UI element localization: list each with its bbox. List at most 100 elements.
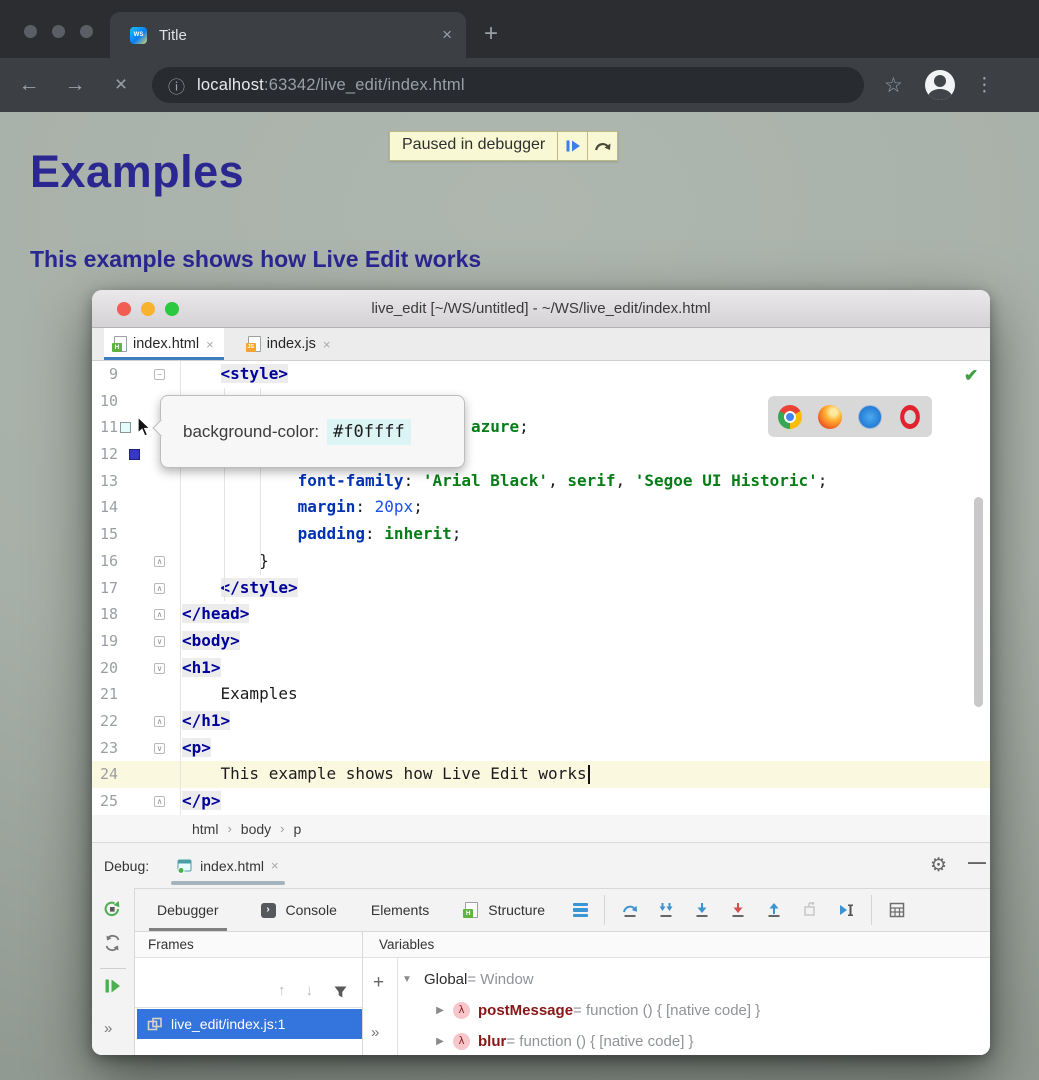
site-info-icon[interactable]: ⓘ xyxy=(168,73,185,98)
tree-toggle-icon[interactable]: ▶ xyxy=(433,1036,447,1047)
color-swatch[interactable] xyxy=(129,449,140,460)
tab-console[interactable]: Console xyxy=(282,889,341,931)
stop-button[interactable]: × xyxy=(98,73,144,97)
fold-gutter xyxy=(148,494,172,521)
code-line-16[interactable]: 16∧ } xyxy=(92,548,990,575)
breadcrumb-body[interactable]: body xyxy=(241,821,271,837)
variables-header: Variables xyxy=(363,932,990,958)
traffic-light-zoom[interactable] xyxy=(80,25,93,38)
code-line-22[interactable]: 22∧</h1> xyxy=(92,708,990,735)
evaluate-expression-icon[interactable] xyxy=(888,902,906,918)
code-text: <p> xyxy=(172,735,211,762)
settings-gear-icon[interactable]: ⚙ xyxy=(930,854,947,877)
code-line-13[interactable]: 13 font-family: 'Arial Black', serif, 'S… xyxy=(92,468,990,495)
code-line-21[interactable]: 21 Examples xyxy=(92,681,990,708)
tab-close-icon[interactable]: × xyxy=(323,337,331,352)
frame-down-icon[interactable]: ↓ xyxy=(306,982,314,999)
ide-title-bar[interactable]: live_edit [~/WS/untitled] - ~/WS/live_ed… xyxy=(92,290,990,328)
add-watch-icon[interactable]: + xyxy=(373,972,384,994)
code-line-15[interactable]: 15 padding: inherit; xyxy=(92,521,990,548)
step-out-icon[interactable] xyxy=(765,902,783,918)
tree-toggle-icon[interactable]: ▶ xyxy=(433,1005,447,1016)
safari-icon[interactable] xyxy=(858,405,882,429)
fold-marker[interactable]: ∨ xyxy=(154,743,165,754)
code-line-19[interactable]: 19∨<body> xyxy=(92,628,990,655)
color-swatch[interactable] xyxy=(120,422,131,433)
step-into-icon[interactable] xyxy=(657,902,675,918)
debug-tab-close-icon[interactable]: × xyxy=(271,858,279,873)
line-number: 17 xyxy=(92,575,118,602)
url-text[interactable]: localhost:63342/live_edit/index.html xyxy=(197,76,465,95)
code-line-20[interactable]: 20∨<h1> xyxy=(92,655,990,682)
code-line-18[interactable]: 18∧</head> xyxy=(92,601,990,628)
bookmark-star-icon[interactable]: ☆ xyxy=(884,73,903,98)
editor-scrollbar[interactable] xyxy=(974,497,983,707)
console-icon: › xyxy=(261,903,276,918)
resume-program-icon[interactable] xyxy=(104,978,121,994)
browser-menu-icon[interactable]: ⋮ xyxy=(975,74,994,97)
rerun-icon[interactable] xyxy=(103,900,122,918)
fold-marker[interactable]: ∧ xyxy=(154,609,165,620)
fold-marker[interactable]: ∧ xyxy=(154,716,165,727)
line-number: 11 xyxy=(92,414,118,441)
tab-elements[interactable]: Elements xyxy=(367,889,433,931)
force-run-to-cursor-icon[interactable] xyxy=(729,902,747,918)
gutter xyxy=(118,628,148,655)
code-line-25[interactable]: 25∧</p> xyxy=(92,788,990,815)
breadcrumb-p[interactable]: p xyxy=(294,821,302,837)
tab-debugger[interactable]: Debugger xyxy=(153,889,223,931)
frame-up-icon[interactable]: ↑ xyxy=(278,982,286,999)
code-line-23[interactable]: 23∨<p> xyxy=(92,735,990,762)
force-step-into-icon[interactable] xyxy=(693,902,711,918)
more-actions-icon[interactable]: » xyxy=(104,1020,112,1037)
gutter xyxy=(118,441,148,468)
frame-row-selected[interactable]: live_edit/index.js:1 xyxy=(137,1009,362,1039)
chrome-icon[interactable] xyxy=(778,405,802,429)
filter-funnel-icon[interactable] xyxy=(333,985,348,999)
tab-close-icon[interactable]: × xyxy=(442,25,452,45)
more-actions-icon[interactable]: » xyxy=(371,1024,379,1041)
line-number: 18 xyxy=(92,601,118,628)
fold-marker[interactable]: − xyxy=(154,369,165,380)
profile-avatar[interactable] xyxy=(925,70,955,100)
tab-structure[interactable]: Structure xyxy=(484,889,549,931)
browser-icons-popup xyxy=(768,396,932,437)
step-over-banner-button[interactable] xyxy=(587,132,617,160)
fold-marker[interactable]: ∧ xyxy=(154,796,165,807)
browser-tab[interactable]: WS Title × xyxy=(110,12,466,58)
code-line-9[interactable]: 9− <style> xyxy=(92,361,990,388)
refresh-icon[interactable] xyxy=(103,934,122,952)
tab-close-icon[interactable]: × xyxy=(206,337,214,352)
variable-row[interactable]: ▶λblur = function () { [native code] } xyxy=(398,1026,990,1055)
variable-row[interactable]: ▶λpostMessage = function () { [native co… xyxy=(398,995,990,1026)
traffic-light-minimize[interactable] xyxy=(52,25,65,38)
resume-script-button[interactable] xyxy=(557,132,587,160)
firefox-icon[interactable] xyxy=(818,405,842,429)
breadcrumb-html[interactable]: html xyxy=(192,821,218,837)
line-number: 16 xyxy=(92,548,118,575)
layout-options-icon[interactable] xyxy=(573,903,588,918)
fold-marker[interactable]: ∨ xyxy=(154,663,165,674)
traffic-light-close[interactable] xyxy=(24,25,37,38)
inspection-ok-checkmark-icon[interactable]: ✔ xyxy=(964,366,978,386)
tree-toggle-icon[interactable]: ▼ xyxy=(400,974,414,985)
code-line-14[interactable]: 14 margin: 20px; xyxy=(92,494,990,521)
hide-toolwindow-icon[interactable]: — xyxy=(968,852,986,873)
forward-button[interactable]: → xyxy=(52,73,98,97)
fold-marker[interactable]: ∧ xyxy=(154,583,165,594)
html-file-icon: H xyxy=(112,336,127,352)
tab-index-html[interactable]: H index.html × xyxy=(104,328,224,360)
debug-session-tab[interactable]: index.html × xyxy=(177,843,278,888)
fold-marker[interactable]: ∨ xyxy=(154,636,165,647)
step-over-icon[interactable] xyxy=(621,902,639,918)
fold-marker[interactable]: ∧ xyxy=(154,556,165,567)
new-tab-button[interactable]: + xyxy=(484,22,498,46)
variable-row[interactable]: ▼Global = Window xyxy=(398,964,990,995)
address-bar[interactable]: ⓘ localhost:63342/live_edit/index.html xyxy=(152,67,864,103)
opera-icon[interactable] xyxy=(900,405,920,429)
tab-index-js[interactable]: JS index.js × xyxy=(238,328,341,360)
run-to-cursor-icon[interactable] xyxy=(837,902,855,918)
code-line-24[interactable]: 24 This example shows how Live Edit work… xyxy=(92,761,990,788)
code-line-17[interactable]: 17∧ </style> xyxy=(92,575,990,602)
back-button[interactable]: ← xyxy=(6,73,52,97)
